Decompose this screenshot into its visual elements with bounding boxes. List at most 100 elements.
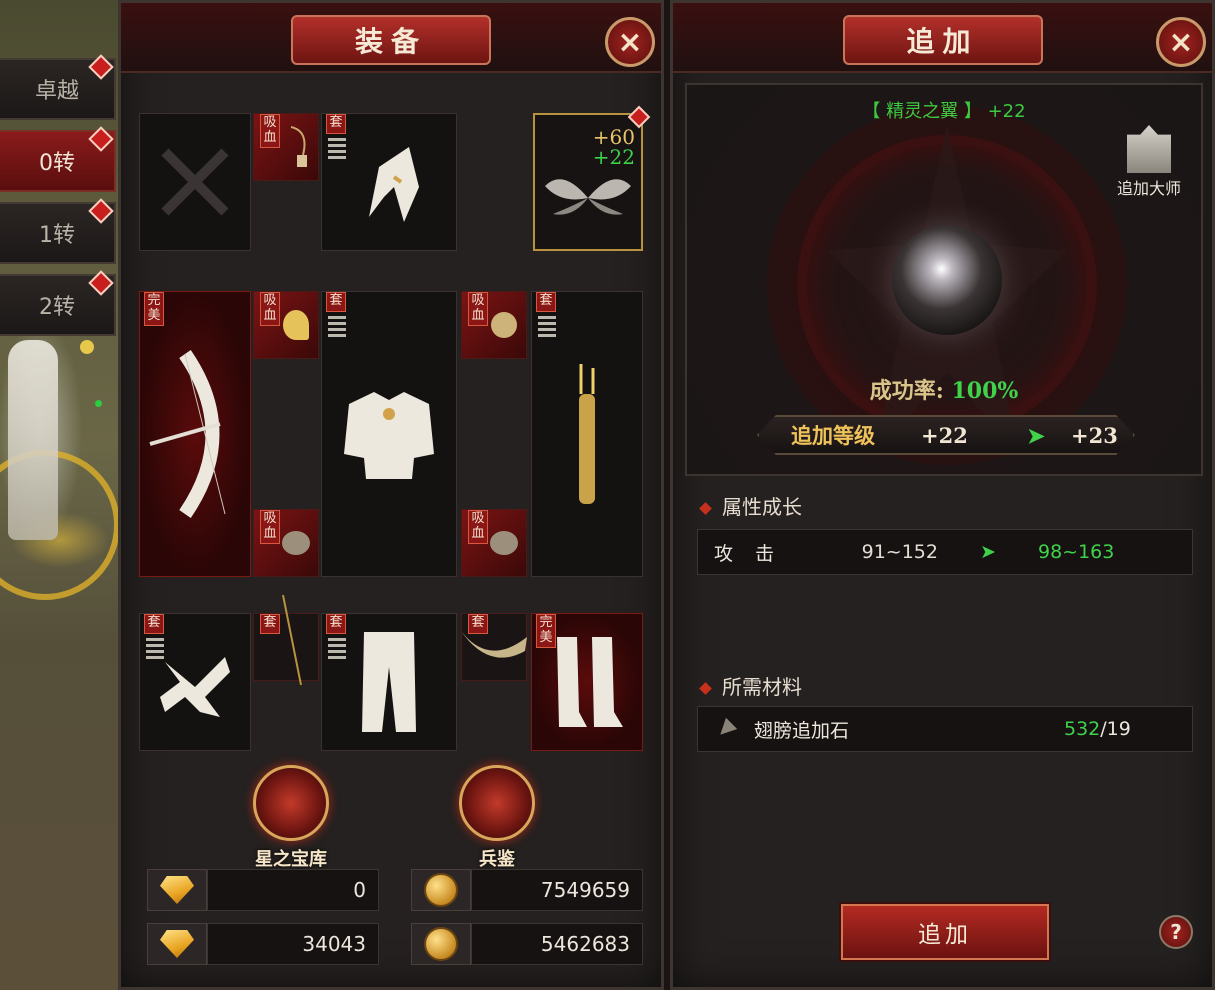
arrow-right-icon: ➤ — [1027, 422, 1045, 448]
pants-icon — [362, 632, 416, 732]
enhance-master-label: 追加大师 — [1116, 179, 1181, 198]
arrow-right-icon: ➤ — [980, 541, 996, 563]
weapon-codex-button[interactable]: 兵鉴 — [447, 765, 547, 870]
material-row[interactable]: 翅膀追加石 532/19 — [697, 706, 1193, 752]
horn-slot[interactable]: 套 — [461, 613, 527, 681]
close-icon: × — [1168, 24, 1194, 60]
amulet-icon — [290, 126, 307, 167]
coin-amount: 7549659 — [471, 869, 643, 911]
ring-slot-2[interactable]: 吸血 — [461, 291, 527, 359]
tab-reborn-1[interactable]: 1转 — [0, 198, 116, 264]
perfect-tag: 完美 — [144, 292, 164, 326]
earring-slot-1[interactable]: 吸血 — [253, 509, 319, 577]
tab-excellent[interactable]: 卓越 — [0, 54, 116, 120]
star-treasury-label: 星之宝库 — [255, 849, 327, 870]
bow-slot[interactable]: 完美 — [139, 291, 251, 577]
tab-label: 0转 — [39, 151, 75, 176]
bound-coin-amount: 5462683 — [471, 923, 643, 965]
enhance-button[interactable]: 追加 — [841, 904, 1049, 960]
enhance-panel: 追加 × 【 精灵之翼 】 +22 追加大师 成功率: 100% 追加等级 +2… — [670, 0, 1215, 990]
close-enhance-button[interactable]: × — [1156, 17, 1206, 67]
set-tag: 套 — [326, 292, 346, 312]
attribute-row: 攻击 91~152 ➤ 98~163 — [697, 529, 1193, 575]
earring-icon — [282, 531, 311, 555]
helmet-slot[interactable]: 套 — [321, 113, 457, 251]
lifesteal-tag: 吸血 — [468, 510, 488, 544]
success-rate: 成功率: 100% — [869, 378, 1019, 404]
equipment-title: 装备 — [291, 15, 491, 65]
lifesteal-tag: 吸血 — [468, 292, 488, 326]
player-character — [8, 340, 58, 540]
tab-label: 1转 — [39, 223, 75, 248]
npc-marker — [95, 400, 102, 407]
pet-slot[interactable]: 套 — [253, 595, 319, 686]
diamond-bullet-icon — [699, 502, 712, 515]
star-treasury-button[interactable]: 星之宝库 — [241, 765, 341, 870]
materials-heading: 所需材料 — [699, 671, 802, 700]
ring-icon — [283, 310, 310, 340]
crest-emblem-icon — [459, 765, 535, 841]
diamond-bullet-icon — [699, 682, 712, 695]
close-equipment-button[interactable]: × — [605, 17, 655, 67]
wings-icon — [545, 179, 631, 215]
coin-icon — [424, 873, 458, 907]
item-name: 【 精灵之翼 】 — [862, 101, 982, 122]
set-tag: 套 — [536, 292, 556, 312]
bound-gem-currency: 34043 — [147, 923, 379, 965]
attribute-growth-heading: 属性成长 — [699, 491, 802, 520]
tab-reborn-2[interactable]: 2转 — [0, 270, 116, 336]
set-tag: 套 — [326, 114, 346, 134]
wing-orb-icon — [892, 225, 1002, 335]
feather-stone-icon — [715, 718, 738, 741]
notification-badge-icon — [88, 198, 114, 224]
gloves-slot[interactable]: 套 — [139, 613, 251, 751]
armor-icon — [344, 392, 434, 479]
quiver-icon — [579, 364, 595, 504]
lifesteal-tag: 吸血 — [260, 510, 280, 544]
tier-stack-icon — [328, 316, 346, 338]
tab-label: 卓越 — [34, 79, 79, 104]
tier-stack-icon — [538, 316, 556, 338]
gem-icon — [160, 876, 194, 904]
wing-bonus: +60 +22 — [592, 125, 635, 169]
weapon-codex-label: 兵鉴 — [479, 849, 515, 870]
earring-icon — [490, 531, 519, 555]
tab-reborn-0[interactable]: 0转 — [0, 126, 116, 192]
gloves-icon — [160, 657, 230, 717]
crossed-swords-icon — [161, 148, 229, 216]
notification-badge-icon — [88, 270, 114, 296]
gem-amount: 0 — [207, 869, 379, 911]
amulet-slot[interactable]: 吸血 — [253, 113, 319, 181]
earring-slot-2[interactable]: 吸血 — [461, 509, 527, 577]
horn-icon — [461, 631, 527, 658]
cross-emblem-icon — [253, 765, 329, 841]
bound-coin-icon — [424, 927, 458, 961]
ring-slot-1[interactable]: 吸血 — [253, 291, 319, 359]
boots-slot[interactable]: 完美 — [531, 613, 643, 751]
minimap-marker — [80, 340, 94, 354]
enhance-master-button[interactable]: 追加大师 — [1109, 125, 1189, 199]
set-tag: 套 — [326, 614, 346, 634]
tier-stack-icon — [328, 138, 346, 160]
lifesteal-tag: 吸血 — [260, 292, 280, 326]
pants-slot[interactable]: 套 — [321, 613, 457, 751]
gem-currency: 0 — [147, 869, 379, 911]
lifesteal-tag: 吸血 — [260, 114, 280, 148]
tab-label: 2转 — [39, 295, 75, 320]
staff-icon — [282, 595, 303, 686]
ring-icon — [491, 312, 518, 338]
help-button[interactable]: ? — [1159, 915, 1193, 949]
wing-slot[interactable]: +60 +22 — [533, 105, 651, 251]
bow-icon — [149, 350, 226, 518]
quiver-slot[interactable]: 套 — [531, 291, 643, 577]
item-title: 【 精灵之翼 】 +22 — [687, 97, 1201, 123]
notification-badge-icon — [88, 54, 114, 80]
empty-weapon-slot[interactable] — [139, 113, 251, 251]
notification-badge-icon — [88, 126, 114, 152]
enhance-title: 追加 — [842, 15, 1043, 65]
item-level: +22 — [987, 101, 1026, 122]
enhance-title-bar: 追加 × — [673, 3, 1212, 73]
tower-icon — [1127, 125, 1171, 173]
armor-slot[interactable]: 套 — [321, 291, 457, 577]
set-tag: 套 — [144, 614, 164, 634]
